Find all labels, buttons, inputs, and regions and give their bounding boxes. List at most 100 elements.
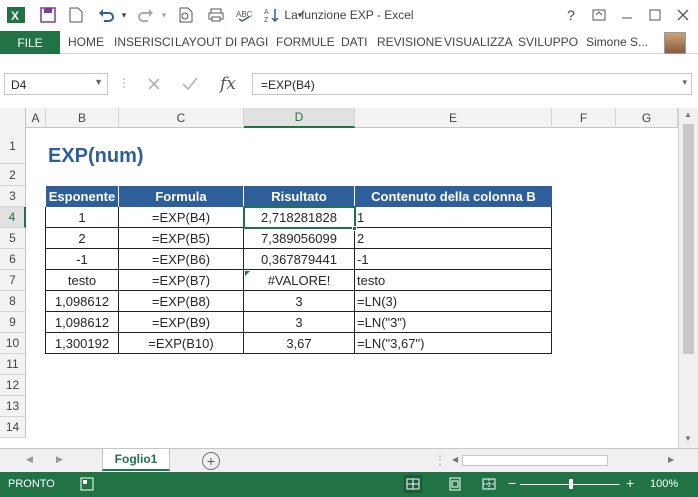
column-header-f[interactable]: F [552,108,616,128]
horizontal-scrollbar[interactable]: ◀ ▶ [452,453,678,468]
column-header-g[interactable]: G [616,108,678,128]
sheet-tab-foglio1[interactable]: Foglio1 [102,449,170,471]
tab-view[interactable]: VISUALIZZA [444,35,513,49]
cell-d9[interactable]: 3 [244,312,355,333]
column-header-b[interactable]: B [46,108,119,128]
cell-d8[interactable]: 3 [244,291,355,312]
cell-c7[interactable]: =EXP(B7) [119,270,244,291]
maximize-icon[interactable] [640,2,670,28]
name-box[interactable]: D4 ▼ [4,73,108,95]
vertical-scrollbar[interactable]: ▲ ▼ [678,108,698,448]
page-break-view-icon[interactable] [480,475,498,493]
drag-handle-icon[interactable]: ⋮ [118,76,130,90]
column-header-d[interactable]: D [244,108,355,128]
cell-e6[interactable]: -1 [355,249,552,270]
row-header-12[interactable]: 12 [0,375,26,396]
tab-home[interactable]: HOME [68,35,104,49]
header-esponente[interactable]: Esponente [46,186,119,207]
row-header-4[interactable]: 4 [0,207,26,228]
zoom-out-icon[interactable]: − [508,475,516,491]
enter-icon[interactable] [176,73,204,95]
tab-formulas[interactable]: FORMULE [276,35,335,49]
tab-review[interactable]: REVISIONE [377,35,442,49]
scroll-up-icon[interactable]: ▲ [684,110,692,119]
cell-b6[interactable]: -1 [46,249,119,270]
next-sheet-icon[interactable]: ▶ [56,454,63,465]
error-indicator-icon[interactable] [245,271,250,276]
vertical-scroll-thumb[interactable] [683,124,694,354]
cell-e10[interactable]: =LN("3,67") [355,333,552,354]
cell-c10[interactable]: =EXP(B10) [119,333,244,354]
cell-d7[interactable]: #VALORE! [244,270,355,291]
row-header-6[interactable]: 6 [0,249,26,270]
normal-view-icon[interactable] [404,475,422,493]
minimize-icon[interactable] [612,2,642,28]
row-header-9[interactable]: 9 [0,312,26,333]
row-header-3[interactable]: 3 [0,186,26,207]
zoom-level[interactable]: 100% [650,478,678,490]
column-header-a[interactable]: A [26,108,46,128]
split-handle-icon[interactable]: ⋮ [434,453,446,467]
column-header-c[interactable]: C [119,108,244,128]
tab-file[interactable]: FILE [0,31,60,54]
avatar[interactable] [664,32,686,54]
cell-e7[interactable]: testo [355,270,552,291]
ribbon-display-icon[interactable] [584,2,614,28]
tab-data[interactable]: DATI [341,35,367,49]
user-name[interactable]: Simone S... [586,35,648,49]
row-header-14[interactable]: 14 [0,417,26,438]
scroll-down-icon[interactable]: ▼ [684,434,692,443]
select-all-corner[interactable] [0,108,26,128]
header-formula[interactable]: Formula [119,186,244,207]
header-risultato[interactable]: Risultato [244,186,355,207]
tab-insert[interactable]: INSERISCI [114,35,174,49]
tab-developer[interactable]: SVILUPPO [518,35,578,49]
close-icon[interactable] [668,2,698,28]
worksheet-grid[interactable]: A B C D E F G 1 2 3 4 5 6 7 8 9 10 11 12… [0,108,678,448]
expand-formula-icon[interactable]: ▾ [682,77,687,88]
zoom-slider-thumb[interactable] [569,479,573,489]
cell-c6[interactable]: =EXP(B6) [119,249,244,270]
page-layout-view-icon[interactable] [446,475,464,493]
insert-function-icon[interactable]: fx [214,73,242,95]
prev-sheet-icon[interactable]: ◀ [26,454,33,465]
cell-c9[interactable]: =EXP(B9) [119,312,244,333]
cell-b5[interactable]: 2 [46,228,119,249]
cell-b8[interactable]: 1,098612 [46,291,119,312]
macro-record-icon[interactable] [80,477,94,491]
cell-b4[interactable]: 1 [46,207,119,228]
row-header-13[interactable]: 13 [0,396,26,417]
scroll-left-icon[interactable]: ◀ [452,455,458,464]
cell-d5[interactable]: 7,389056099 [244,228,355,249]
help-icon[interactable]: ? [556,2,586,28]
formula-input[interactable]: =EXP(B4) ▾ [252,73,692,95]
row-header-10[interactable]: 10 [0,333,26,354]
column-header-e[interactable]: E [355,108,552,128]
row-header-1[interactable]: 1 [0,128,26,164]
row-header-5[interactable]: 5 [0,228,26,249]
row-header-2[interactable]: 2 [0,164,26,186]
row-header-8[interactable]: 8 [0,291,26,312]
cell-b7[interactable]: testo [46,270,119,291]
tab-page-layout[interactable]: LAYOUT DI PAGI [175,35,268,49]
zoom-in-icon[interactable]: + [626,475,634,491]
scroll-right-icon[interactable]: ▶ [668,455,674,464]
cell-b10[interactable]: 1,300192 [46,333,119,354]
cell-e5[interactable]: 2 [355,228,552,249]
row-header-7[interactable]: 7 [0,270,26,291]
cell-c4[interactable]: =EXP(B4) [119,207,244,228]
active-cell-selection[interactable] [243,206,356,229]
cell-d10[interactable]: 3,67 [244,333,355,354]
cell-e4[interactable]: 1 [355,207,552,228]
chevron-down-icon[interactable]: ▼ [94,77,103,87]
cancel-icon[interactable] [140,73,168,95]
cell-e9[interactable]: =LN("3") [355,312,552,333]
cell-c5[interactable]: =EXP(B5) [119,228,244,249]
cell-b9[interactable]: 1,098612 [46,312,119,333]
add-sheet-icon[interactable]: + [202,452,220,470]
row-header-11[interactable]: 11 [0,354,26,375]
cell-c8[interactable]: =EXP(B8) [119,291,244,312]
fill-handle[interactable] [352,226,357,231]
header-contenuto[interactable]: Contenuto della colonna B [355,186,552,207]
cell-d6[interactable]: 0,367879441 [244,249,355,270]
